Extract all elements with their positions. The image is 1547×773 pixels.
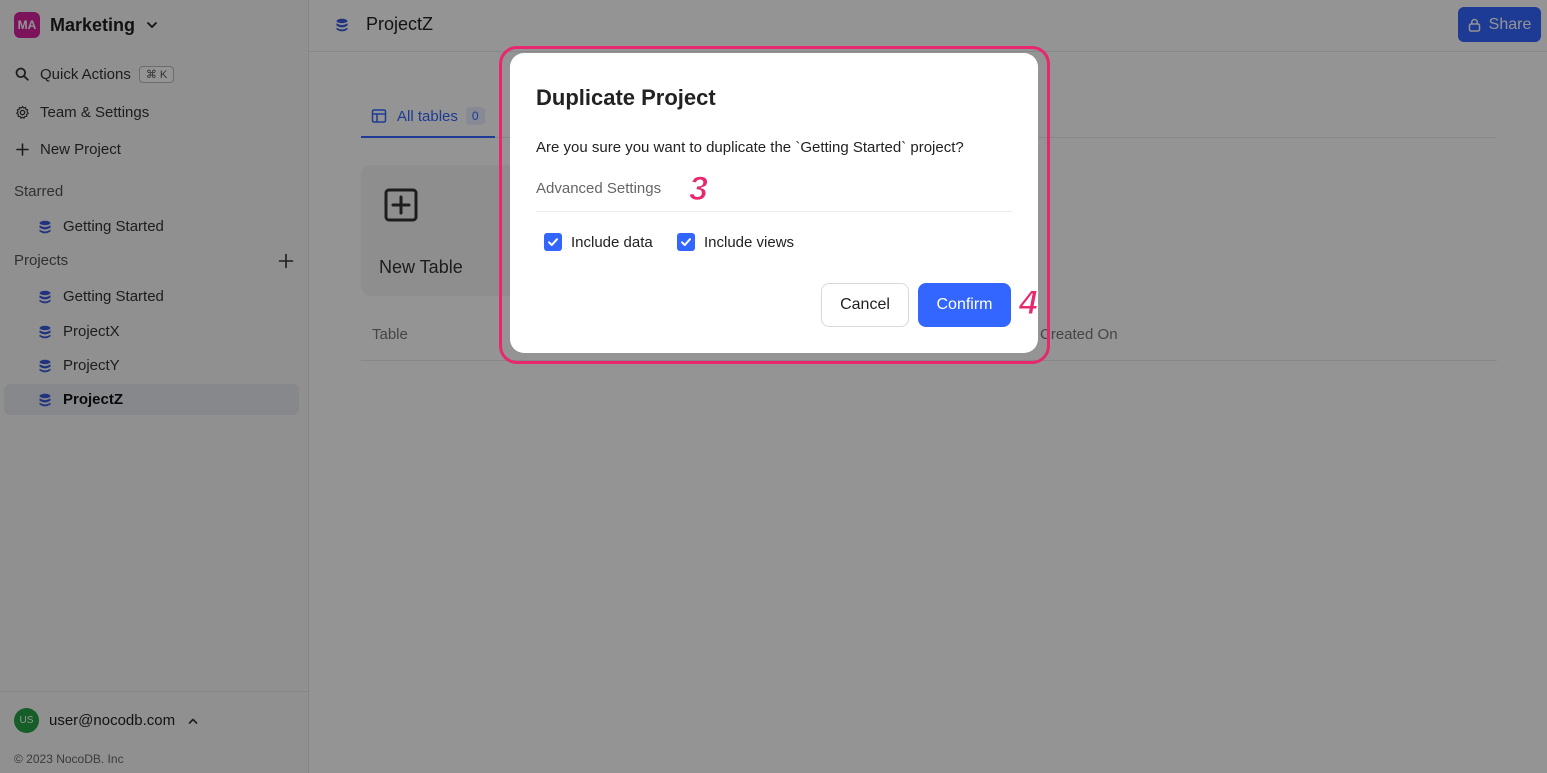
include-data-checkbox[interactable]: Include data <box>544 233 653 251</box>
dialog-message: Are you sure you want to duplicate the `… <box>536 139 964 156</box>
annotation-step-4: 4 <box>1019 284 1039 323</box>
include-data-label: Include data <box>571 233 653 251</box>
annotation-step-3: 3 <box>689 170 709 209</box>
duplicate-project-dialog: Duplicate Project Are you sure you want … <box>510 53 1038 353</box>
check-icon <box>544 233 562 251</box>
cancel-button[interactable]: Cancel <box>821 283 909 327</box>
divider <box>536 211 1012 212</box>
advanced-settings-label: Advanced Settings <box>536 180 662 197</box>
check-icon <box>677 233 695 251</box>
dialog-title: Duplicate Project <box>536 85 716 110</box>
include-views-checkbox[interactable]: Include views <box>677 233 794 251</box>
app-root: MA Marketing Quick Actions ⌘ K Team & Se… <box>0 0 1547 773</box>
confirm-button[interactable]: Confirm <box>918 283 1011 327</box>
include-views-label: Include views <box>704 233 795 251</box>
